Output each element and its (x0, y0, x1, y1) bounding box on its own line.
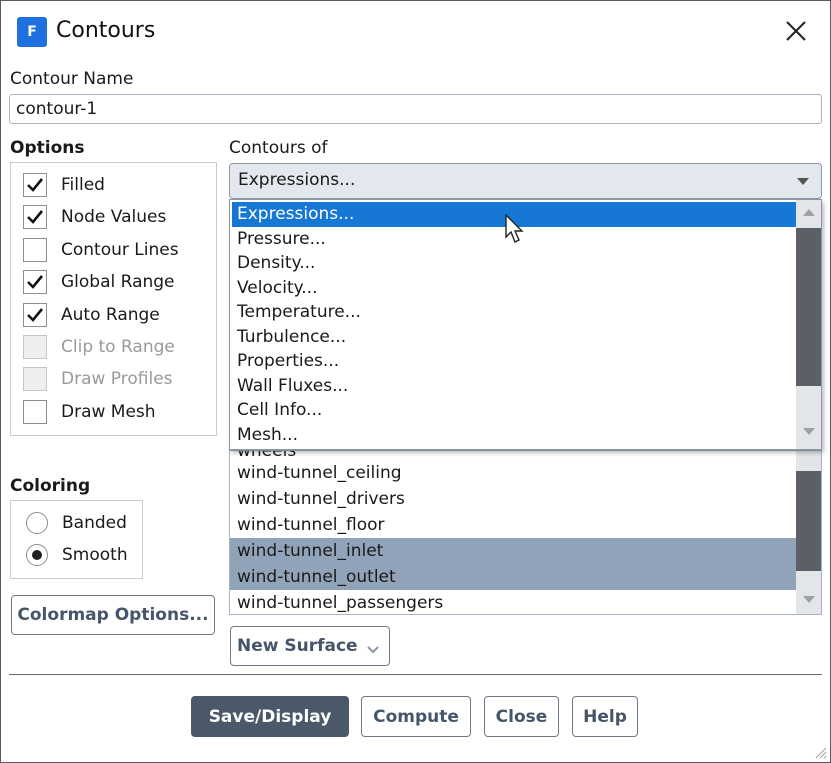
global-range-checkbox[interactable] (23, 270, 47, 294)
list-item[interactable]: wind-tunnel_drivers (230, 486, 796, 512)
contours-of-value: Expressions... (238, 170, 356, 190)
dropdown-option-properties[interactable]: Properties... (232, 349, 796, 374)
draw-profiles-option: Draw Profiles (23, 365, 173, 393)
contour-name-label: Contour Name (10, 69, 134, 89)
footer-divider (9, 674, 822, 675)
contour-name-input[interactable]: contour-1 (9, 94, 822, 124)
filled-option[interactable]: Filled (23, 171, 105, 199)
list-item[interactable]: wind-tunnel_inlet (230, 538, 796, 564)
global-range-option[interactable]: Global Range (23, 268, 175, 296)
mouse-cursor-icon (505, 214, 524, 243)
new-surface-label: New Surface (237, 636, 358, 656)
dropdown-option-velocity[interactable]: Velocity... (232, 276, 796, 301)
resize-grip-icon[interactable] (813, 745, 827, 759)
help-button[interactable]: Help (572, 696, 638, 737)
banded-label: Banded (62, 513, 127, 533)
scrollbar-thumb[interactable] (796, 471, 821, 571)
checkmark-icon (27, 178, 44, 192)
window-title: Contours (56, 18, 156, 43)
fluent-app-icon: F (17, 17, 47, 47)
radio-dot-icon (32, 550, 42, 560)
checkmark-icon (27, 210, 44, 224)
dropdown-option-turbulence[interactable]: Turbulence... (232, 325, 796, 350)
save-display-button[interactable]: Save/Display (191, 696, 349, 737)
contour-lines-checkbox[interactable] (23, 238, 47, 262)
draw-profiles-label: Draw Profiles (61, 369, 173, 389)
list-item[interactable]: wind-tunnel_passengers (230, 590, 796, 614)
filled-label: Filled (61, 175, 105, 195)
new-surface-button[interactable]: New Surface (230, 626, 390, 666)
smooth-option[interactable]: Smooth (26, 541, 128, 569)
dropdown-option-temperature[interactable]: Temperature... (232, 300, 796, 325)
auto-range-label: Auto Range (61, 305, 160, 325)
list-item[interactable]: wind-tunnel_floor (230, 512, 796, 538)
coloring-group: Banded Smooth (10, 500, 143, 579)
colormap-options-button[interactable]: Colormap Options... (11, 595, 215, 635)
close-window-button[interactable] (780, 12, 812, 48)
clip-to-range-label: Clip to Range (61, 337, 175, 357)
dropdown-option-density[interactable]: Density... (232, 251, 796, 276)
banded-radio[interactable] (26, 512, 48, 534)
dropdown-option-wall-fluxes[interactable]: Wall Fluxes... (232, 374, 796, 399)
draw-profiles-checkbox (23, 367, 47, 391)
close-icon (786, 21, 806, 41)
clip-to-range-option: Clip to Range (23, 333, 175, 361)
filled-checkbox[interactable] (23, 173, 47, 197)
surfaces-scrollbar[interactable] (796, 451, 821, 614)
draw-mesh-label: Draw Mesh (61, 402, 156, 422)
auto-range-option[interactable]: Auto Range (23, 301, 160, 329)
draw-mesh-option[interactable]: Draw Mesh (23, 398, 156, 426)
global-range-label: Global Range (61, 272, 175, 292)
list-item[interactable]: wind-tunnel_ceiling (230, 460, 796, 486)
contour-lines-option[interactable]: Contour Lines (23, 236, 179, 264)
draw-mesh-checkbox[interactable] (23, 400, 47, 424)
checkmark-icon (27, 308, 44, 322)
dropdown-option-mesh[interactable]: Mesh... (232, 423, 796, 448)
options-label: Options (10, 138, 85, 158)
clip-to-range-checkbox (23, 335, 47, 359)
dropdown-option-cell-info[interactable]: Cell Info... (232, 398, 796, 423)
title-bar: F Contours (0, 0, 831, 62)
options-group: Filled Node Values Contour Lines Global … (10, 162, 217, 436)
contours-of-select[interactable]: Expressions... (229, 163, 822, 199)
chevron-down-icon (797, 178, 809, 185)
surfaces-list[interactable]: wheels wind-tunnel_ceiling wind-tunnel_d… (229, 450, 822, 615)
scroll-up-icon[interactable] (803, 209, 815, 216)
node-values-checkbox[interactable] (23, 205, 47, 229)
scroll-down-icon[interactable] (803, 428, 815, 435)
scrollbar-thumb[interactable] (796, 228, 821, 386)
smooth-label: Smooth (62, 545, 128, 565)
checkmark-icon (27, 275, 44, 289)
compute-button[interactable]: Compute (361, 696, 471, 737)
list-item[interactable]: wind-tunnel_outlet (230, 564, 796, 590)
dropdown-scrollbar[interactable] (796, 200, 821, 449)
node-values-option[interactable]: Node Values (23, 203, 166, 231)
chevron-down-icon (366, 646, 379, 654)
scroll-down-icon[interactable] (803, 596, 815, 603)
auto-range-checkbox[interactable] (23, 303, 47, 327)
close-button[interactable]: Close (484, 696, 559, 737)
banded-option[interactable]: Banded (26, 509, 127, 537)
smooth-radio[interactable] (26, 544, 48, 566)
node-values-label: Node Values (61, 207, 167, 227)
coloring-label: Coloring (10, 476, 91, 496)
contours-of-label: Contours of (229, 138, 328, 158)
contour-lines-label: Contour Lines (61, 240, 179, 260)
